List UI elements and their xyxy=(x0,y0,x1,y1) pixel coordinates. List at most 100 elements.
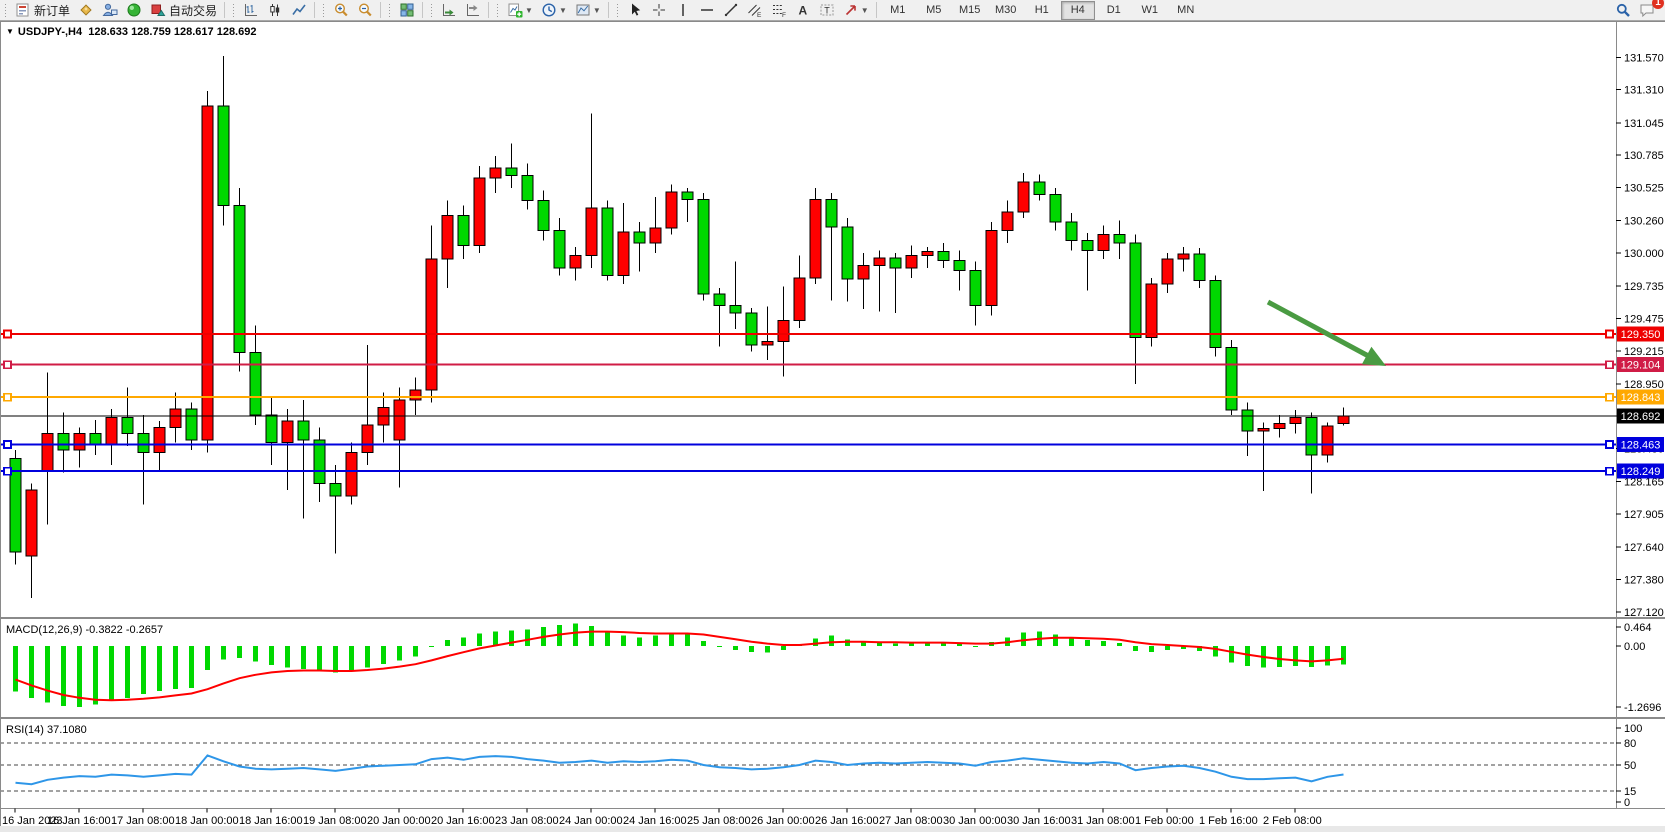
price-badge-text: 129.350 xyxy=(1621,329,1661,341)
fibonacci-tool-button[interactable]: F xyxy=(767,0,791,21)
time-axis-label: 30 Jan 16:00 xyxy=(1007,815,1071,827)
macd-histogram-bar xyxy=(205,646,210,670)
bear-candle xyxy=(266,415,277,442)
bull-candle xyxy=(570,255,581,267)
macd-histogram-bar xyxy=(317,646,322,671)
notifications-button[interactable]: 1 xyxy=(1635,0,1659,21)
timeframe-button-d1[interactable]: D1 xyxy=(1097,1,1131,20)
bear-candle xyxy=(90,434,101,445)
gem-button[interactable] xyxy=(74,0,98,21)
timeframe-button-w1[interactable]: W1 xyxy=(1133,1,1167,20)
text-label-tool-button[interactable]: T xyxy=(815,0,839,21)
macd-histogram-bar xyxy=(813,638,818,646)
bull-candle xyxy=(170,409,181,428)
bull-candle xyxy=(42,434,53,471)
bull-candle xyxy=(1338,416,1349,423)
toolbar-grip[interactable] xyxy=(4,3,9,18)
text-icon: A xyxy=(795,2,811,18)
zoom-out-button[interactable] xyxy=(353,0,377,21)
toolbar-separator xyxy=(488,2,489,18)
collapse-arrow-icon[interactable]: ▼ xyxy=(6,27,14,36)
arrows-tool-button[interactable]: ▼ xyxy=(839,0,873,21)
cursor-tool-button[interactable] xyxy=(623,0,647,21)
timeframe-button-m5[interactable]: M5 xyxy=(917,1,951,20)
candles-view-button[interactable] xyxy=(263,0,287,21)
hline-handle[interactable] xyxy=(4,394,11,401)
toolbar-grip[interactable] xyxy=(616,3,621,18)
toolbar-grip[interactable] xyxy=(232,3,237,18)
toolbar-grip[interactable] xyxy=(430,3,435,18)
hline-handle[interactable] xyxy=(1606,441,1613,448)
line-view-button[interactable] xyxy=(287,0,311,21)
fibonacci-icon: F xyxy=(771,2,787,18)
price-axis-tick: 127.380 xyxy=(1624,575,1664,587)
macd-histogram-bar xyxy=(637,637,642,646)
bull-candle xyxy=(1002,212,1013,231)
bear-candle xyxy=(506,168,517,175)
hline-handle[interactable] xyxy=(4,468,11,475)
trendline-tool-button[interactable] xyxy=(719,0,743,21)
timeframe-button-m1[interactable]: M1 xyxy=(881,1,915,20)
bull-candle xyxy=(490,168,501,178)
time-axis-label: 16 Jan 16:00 xyxy=(47,815,111,827)
timeframe-button-h4[interactable]: H4 xyxy=(1061,1,1095,20)
macd-histogram-bar xyxy=(429,646,434,647)
timeframe-button-m30[interactable]: M30 xyxy=(989,1,1023,20)
timeframe-button-m15[interactable]: M15 xyxy=(953,1,987,20)
new-chart-button[interactable]: ▼ xyxy=(503,0,537,21)
bear-candle xyxy=(1066,222,1077,241)
time-axis-label: 19 Jan 08:00 xyxy=(303,815,367,827)
macd-histogram-bar xyxy=(269,646,274,665)
bars-view-button[interactable] xyxy=(239,0,263,21)
macd-histogram-bar xyxy=(173,646,178,689)
hline-handle[interactable] xyxy=(1606,330,1613,337)
price-badge-text: 128.249 xyxy=(1621,466,1661,478)
new-order-button[interactable]: 新订单 xyxy=(11,0,74,21)
expert-advisor-button[interactable] xyxy=(98,0,122,21)
tile-windows-button[interactable] xyxy=(395,0,419,21)
bull-candle xyxy=(858,265,869,279)
hline-handle[interactable] xyxy=(1606,468,1613,475)
bear-candle xyxy=(298,421,309,440)
macd-histogram-bar xyxy=(237,646,242,658)
bull-candle xyxy=(346,452,357,496)
toolbar-grip[interactable] xyxy=(388,3,393,18)
time-axis-label: 20 Jan 16:00 xyxy=(431,815,495,827)
hline-handle[interactable] xyxy=(4,361,11,368)
auto-scroll-button[interactable] xyxy=(437,0,461,21)
chart-window: 131.570131.310131.045130.785130.525130.2… xyxy=(0,21,1665,832)
rsi-axis-tick: 100 xyxy=(1624,723,1642,735)
bull-candle xyxy=(394,400,405,440)
search-button[interactable] xyxy=(1611,0,1635,21)
bear-candle xyxy=(234,206,245,353)
templates-button[interactable]: ▼ xyxy=(571,0,605,21)
bear-candle xyxy=(218,106,229,206)
market-button[interactable] xyxy=(122,0,146,21)
timeframe-button-mn[interactable]: MN xyxy=(1169,1,1203,20)
bull-candle xyxy=(762,341,773,345)
price-axis-tick: 129.475 xyxy=(1624,313,1664,325)
macd-histogram-bar xyxy=(573,624,578,646)
macd-histogram-bar xyxy=(605,632,610,646)
timeframe-button-h1[interactable]: H1 xyxy=(1025,1,1059,20)
vertical-line-tool-button[interactable] xyxy=(671,0,695,21)
chart-shift-button[interactable] xyxy=(461,0,485,21)
chart-canvas[interactable]: 131.570131.310131.045130.785130.525130.2… xyxy=(0,21,1665,832)
hline-handle[interactable] xyxy=(1606,394,1613,401)
chart-title: ▼USDJPY-,H4 128.633 128.759 128.617 128.… xyxy=(6,26,256,38)
crosshair-tool-button[interactable] xyxy=(647,0,671,21)
toolbar-grip[interactable] xyxy=(322,3,327,18)
text-tool-button[interactable]: A xyxy=(791,0,815,21)
new-order-icon xyxy=(15,2,31,18)
autotrade-button[interactable]: 自动交易 xyxy=(146,0,221,21)
hline-handle[interactable] xyxy=(1606,361,1613,368)
channel-tool-button[interactable]: E xyxy=(743,0,767,21)
zoom-in-button[interactable] xyxy=(329,0,353,21)
periods-button[interactable]: ▼ xyxy=(537,0,571,21)
toolbar-grip[interactable] xyxy=(496,3,501,18)
hline-handle[interactable] xyxy=(4,330,11,337)
chevron-down-icon: ▼ xyxy=(559,6,567,15)
hline-handle[interactable] xyxy=(4,441,11,448)
market-orb-icon xyxy=(126,2,142,18)
horizontal-line-tool-button[interactable] xyxy=(695,0,719,21)
